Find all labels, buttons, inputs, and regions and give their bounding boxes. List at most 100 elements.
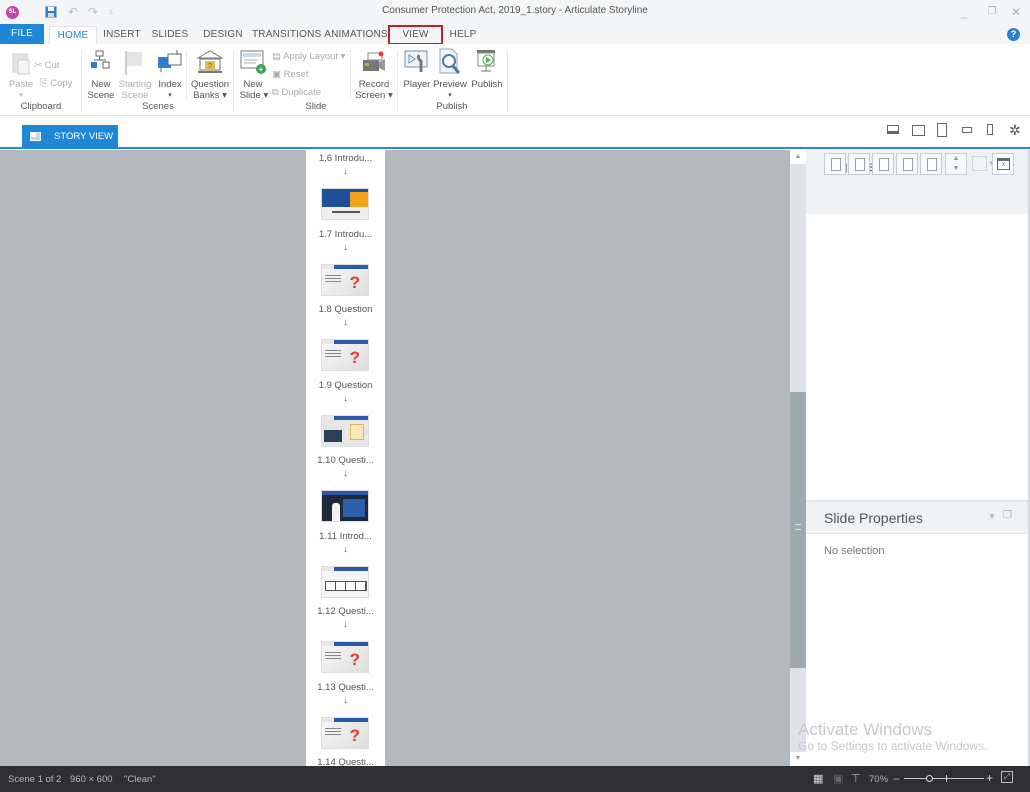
- index-icon: [158, 50, 182, 72]
- flow-arrow-icon: ↓: [343, 694, 348, 706]
- delete-trigger-button[interactable]: [920, 153, 942, 175]
- cut-button[interactable]: ✂ Cut: [34, 60, 74, 71]
- copy-button[interactable]: ⎘ Copy: [40, 78, 80, 89]
- tab-insert[interactable]: INSERT: [101, 26, 143, 44]
- status-bar: Scene 1 of 2 960 × 600 "Clean" ▦ ▣ ⊤ 70%…: [0, 766, 1030, 792]
- activate-windows-watermark: Activate Windows: [798, 720, 933, 739]
- slide-thumbnail[interactable]: [321, 565, 369, 598]
- panel-float-icon[interactable]: ❐: [1003, 510, 1012, 521]
- tab-transitions[interactable]: TRANSITIONS: [252, 26, 321, 44]
- player-icon: [404, 50, 428, 72]
- record-screen-label-1: Record: [358, 79, 390, 90]
- tab-help[interactable]: HELP: [448, 26, 478, 44]
- scroll-up-icon[interactable]: ▲: [790, 150, 806, 164]
- svg-text:?: ?: [208, 63, 212, 70]
- zoom-in-button[interactable]: +: [986, 771, 993, 785]
- slide-label[interactable]: 1.9 Question: [306, 380, 385, 391]
- slide-thumbnail[interactable]: ?: [321, 641, 369, 673]
- tablet-portrait-icon[interactable]: [937, 123, 947, 137]
- slide-thumbnail[interactable]: ?: [321, 263, 369, 296]
- story-view-mode-icon[interactable]: ▦: [813, 772, 823, 785]
- panel-dropdown-icon[interactable]: ▼: [988, 512, 996, 521]
- fit-to-window-icon[interactable]: ⤢: [1001, 771, 1013, 783]
- tab-view[interactable]: VIEW: [388, 25, 443, 45]
- canvas-vertical-scrollbar[interactable]: ▲ ▼: [790, 150, 806, 766]
- help-icon[interactable]: ?: [1007, 28, 1020, 41]
- close-button[interactable]: ✕: [1008, 4, 1024, 20]
- duplicate-label: Duplicate: [281, 87, 322, 98]
- group-label-clipboard: Clipboard: [20, 101, 62, 112]
- duplicate-button[interactable]: ⧉ Duplicate: [272, 87, 342, 98]
- zoom-out-button[interactable]: −: [893, 772, 900, 786]
- group-label-publish: Publish: [436, 101, 468, 112]
- paste-trigger-button[interactable]: [896, 153, 918, 175]
- variables-button[interactable]: x: [992, 153, 1014, 175]
- index-label: Index: [158, 79, 182, 90]
- slide-view-mode-icon[interactable]: ⊤: [851, 772, 861, 785]
- group-label-scenes: Scenes: [142, 101, 174, 112]
- tab-animations[interactable]: ANIMATIONS: [324, 26, 388, 44]
- ribbon: Paste ▾ ✂ Cut ⎘ Copy Clipboard New Scene…: [0, 44, 1030, 116]
- flow-arrow-icon: ↓: [343, 166, 348, 177]
- phone-portrait-icon[interactable]: [987, 124, 993, 135]
- edit-trigger-button[interactable]: [848, 153, 870, 175]
- tab-file[interactable]: FILE: [0, 24, 44, 44]
- copy-label: Copy: [50, 78, 73, 89]
- reset-button[interactable]: ▣ Reset: [272, 69, 322, 80]
- ribbon-separator: [186, 50, 187, 98]
- record-screen-label-2: Screen ▾: [355, 90, 393, 101]
- new-trigger-button[interactable]: [824, 153, 846, 175]
- tab-home[interactable]: HOME: [49, 26, 97, 44]
- flow-arrow-icon: ↓: [343, 468, 348, 479]
- zoom-slider-thumb[interactable]: [926, 775, 933, 782]
- slide-thumbnail[interactable]: [321, 188, 369, 220]
- slide-label[interactable]: 1.8 Question: [306, 304, 385, 315]
- new-slide-label-1: New: [243, 79, 263, 90]
- slide-size: 960 × 600: [70, 774, 113, 785]
- theme-name: "Clean": [124, 774, 156, 785]
- slide-label[interactable]: 1.10 Questi...: [306, 455, 385, 466]
- flow-arrow-icon: ↓: [343, 543, 348, 555]
- normal-view-mode-icon[interactable]: ▣: [833, 772, 843, 785]
- zoom-slider-track[interactable]: [904, 778, 984, 779]
- slide-label[interactable]: 1.13 Questi...: [306, 682, 385, 693]
- settings-icon[interactable]: ✲: [1009, 122, 1021, 139]
- slide-thumbnail[interactable]: ?: [321, 716, 369, 749]
- restore-button[interactable]: ❐: [984, 4, 1000, 20]
- slide-label[interactable]: 1.6 Introdu...: [306, 153, 385, 164]
- tab-slides[interactable]: SLIDES: [150, 26, 190, 44]
- tablet-landscape-icon[interactable]: [912, 125, 925, 136]
- publish-icon: [477, 50, 495, 72]
- apply-layout-label: Apply Layout ▾: [283, 51, 346, 62]
- new-scene-label-1: New: [91, 79, 111, 90]
- story-canvas[interactable]: 1.6 Introdu... ↓ 1.7 Introdu... ↓? 1.8 Quest…: [0, 150, 790, 766]
- scene-count: Scene 1 of 2: [8, 774, 62, 785]
- scrollbar-thumb[interactable]: [790, 392, 806, 668]
- variables-icon: x: [997, 158, 1010, 170]
- scroll-down-icon[interactable]: ▼: [790, 752, 806, 766]
- slide-label[interactable]: 1.14 Questi...: [306, 757, 385, 766]
- paste-icon: [12, 53, 30, 75]
- phone-landscape-icon[interactable]: [962, 127, 972, 133]
- minimize-button[interactable]: _: [956, 4, 972, 20]
- move-trigger-button[interactable]: ▲ ▼: [945, 153, 967, 175]
- slide-thumbnail[interactable]: [321, 490, 369, 522]
- slide-label[interactable]: 1.11 Introd...: [306, 531, 385, 542]
- no-selection-text: No selection: [824, 545, 885, 557]
- tab-design[interactable]: DESIGN: [200, 26, 246, 44]
- ribbon-separator: [81, 50, 82, 112]
- slide-label[interactable]: 1.12 Questi...: [306, 606, 385, 617]
- apply-layout-button[interactable]: ▤ Apply Layout ▾: [272, 51, 354, 62]
- index-dropdown-icon: ▾: [168, 92, 172, 99]
- group-label-slide: Slide: [305, 101, 327, 112]
- desktop-icon[interactable]: [887, 125, 899, 134]
- slide-thumbnail[interactable]: ?: [321, 339, 369, 371]
- ribbon-separator: [507, 50, 508, 112]
- story-view-tab[interactable]: STORY VIEW: [22, 125, 118, 149]
- slide-label[interactable]: 1.7 Introdu...: [306, 229, 385, 240]
- slide-thumbnail[interactable]: [321, 414, 369, 447]
- story-view-icon: [30, 132, 41, 141]
- copy-trigger-button[interactable]: [872, 153, 894, 175]
- starting-scene-label-1: Starting: [118, 79, 152, 90]
- ribbon-tabs: FILE HOME INSERT SLIDES DESIGN TRANSITIO…: [0, 24, 1030, 45]
